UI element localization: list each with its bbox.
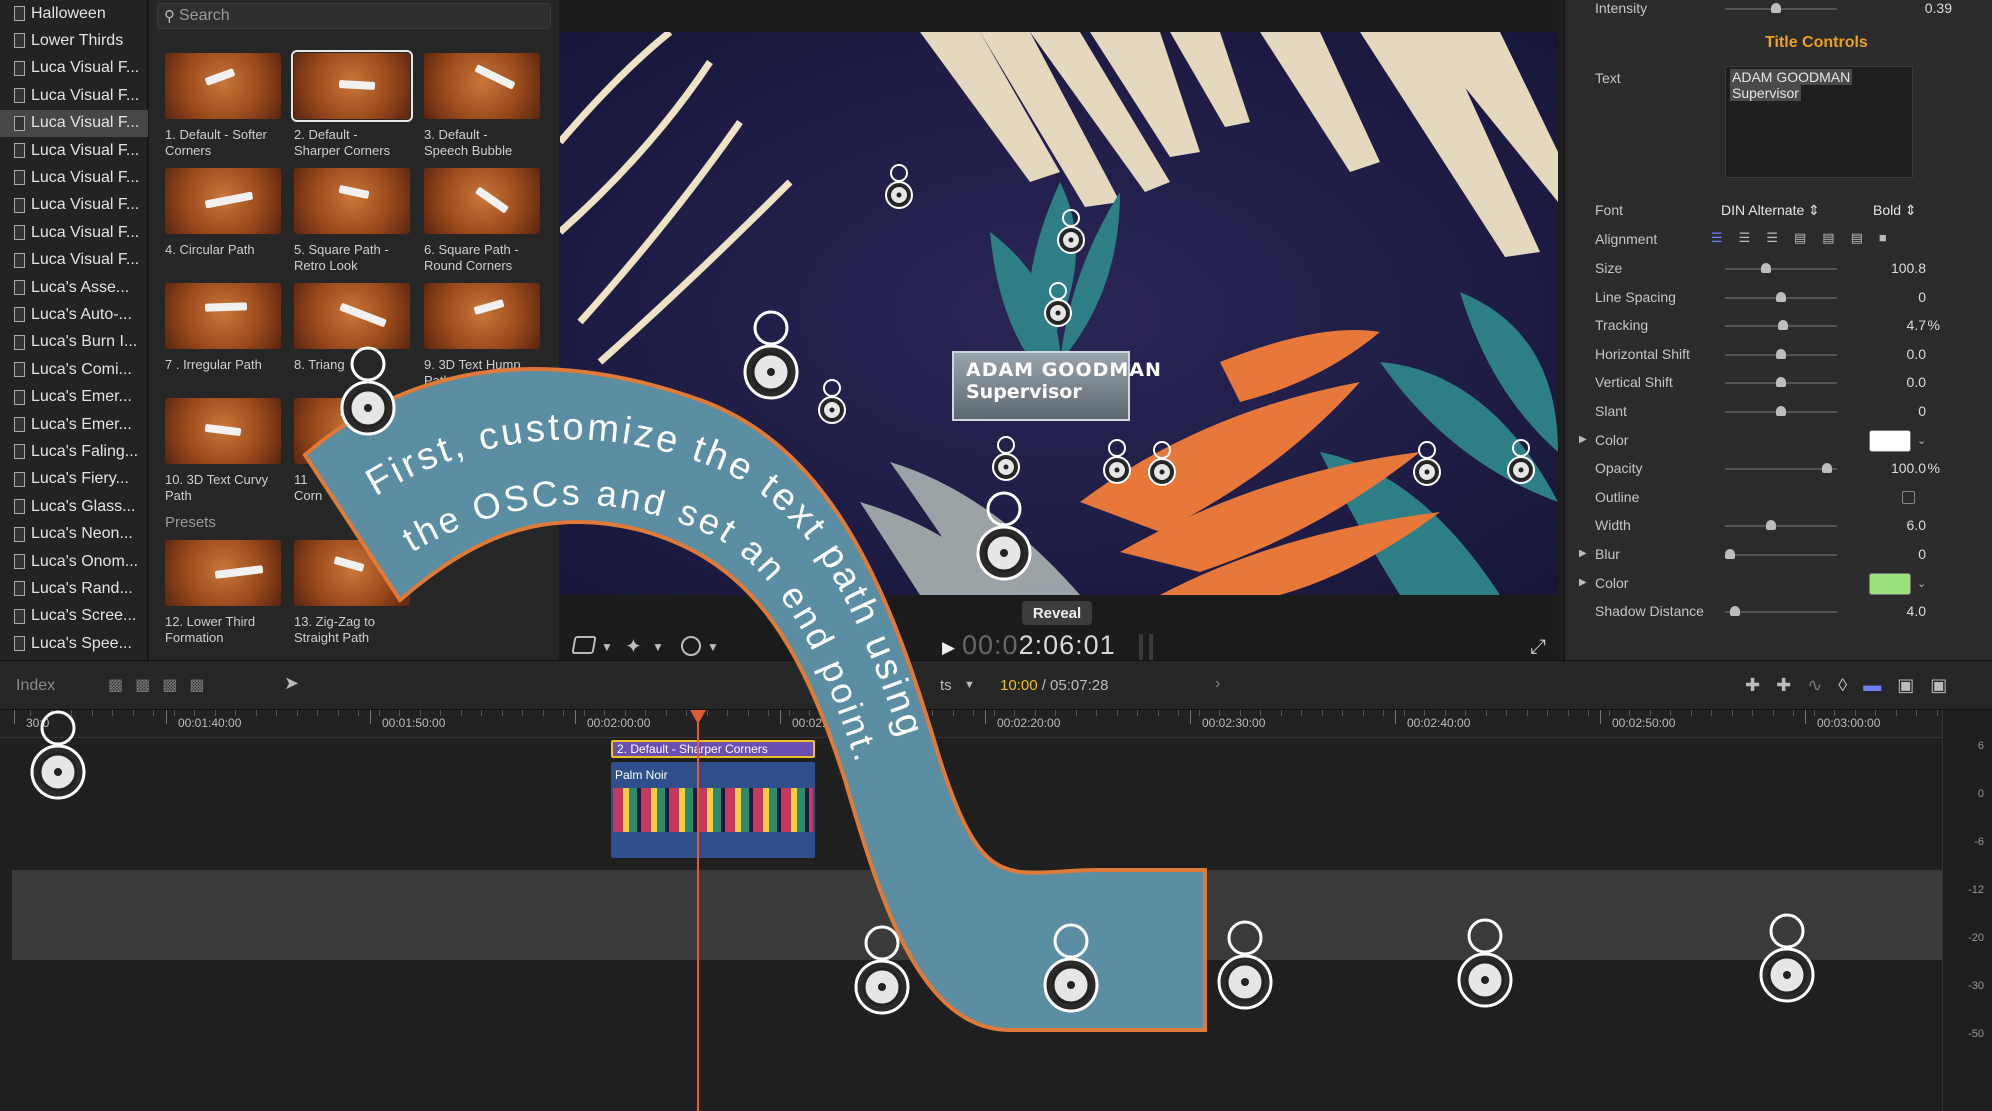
osc-handle[interactable] [1044,282,1072,327]
osc-handle[interactable] [1057,209,1085,254]
osc-handle[interactable] [818,379,846,424]
osc-handle[interactable] [976,491,1032,581]
osc-handle[interactable] [1148,441,1176,486]
osc-handle[interactable] [1507,439,1535,484]
osc-handle[interactable] [340,346,396,436]
osc-handle[interactable] [1759,913,1815,1003]
osc-handle[interactable] [1457,918,1513,1008]
osc-handle[interactable] [1413,441,1441,486]
osc-handle[interactable] [992,436,1020,481]
annotation-overlay: First, customize the text path using the… [30,164,1815,1032]
osc-handle[interactable] [1103,439,1131,484]
osc-handle[interactable] [1217,920,1273,1010]
osc-handle[interactable] [30,710,86,800]
osc-handle[interactable] [743,310,799,400]
osc-handle[interactable] [885,164,913,209]
